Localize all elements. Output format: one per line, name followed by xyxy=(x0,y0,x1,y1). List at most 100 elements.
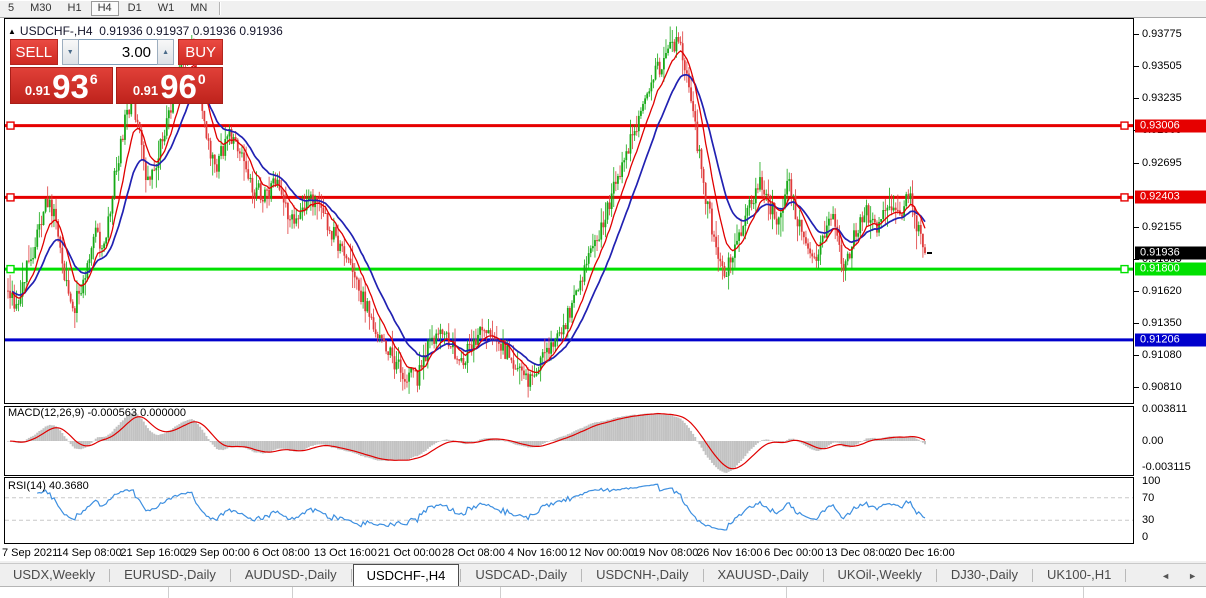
date-tick-label: 21 Oct 00:00 xyxy=(378,547,441,559)
price-tick-label: 0.90810 xyxy=(1142,381,1182,393)
macd-indicator-label: MACD(12,26,9) -0.000563 0.000000 xyxy=(8,407,186,419)
price-level-label-support-green: 0.91800 xyxy=(1135,263,1206,276)
status-bar xyxy=(0,586,1206,598)
status-bar-divider xyxy=(500,587,501,598)
date-tick-label: 7 Sep 2021 xyxy=(2,547,58,559)
tab-usdcad--daily[interactable]: USDCAD-,Daily xyxy=(462,564,580,587)
rsi-axis-label: 100 xyxy=(1142,475,1160,487)
tab-separator xyxy=(1032,569,1033,582)
date-tick-label: 29 Sep 00:00 xyxy=(184,547,249,559)
sell-price-pip: 6 xyxy=(90,71,98,87)
price-tick-mark xyxy=(1134,387,1139,388)
volume-decrease-button[interactable]: ▼ xyxy=(62,39,79,65)
tab-usdx-weekly[interactable]: USDX,Weekly xyxy=(0,564,108,587)
collapse-panel-icon[interactable]: ▲ xyxy=(8,27,16,36)
mt4-window: { "toolbar": { "timeframes": ["5", "M30"… xyxy=(0,0,1206,597)
price-tick-label: 0.91350 xyxy=(1142,317,1182,329)
tab-separator xyxy=(230,569,231,582)
price-level-label-resistance-1: 0.93006 xyxy=(1135,119,1206,132)
date-tick-label: 13 Dec 08:00 xyxy=(825,547,890,559)
status-bar-divider xyxy=(168,587,169,598)
spin-up-icon: ▲ xyxy=(162,49,169,56)
date-tick-label: 21 Sep 16:00 xyxy=(120,547,185,559)
spin-down-icon: ▼ xyxy=(67,49,74,56)
tab-separator xyxy=(936,569,937,582)
timeframe-button-w1[interactable]: W1 xyxy=(151,1,182,16)
sell-price-display[interactable]: 0.91 93 6 xyxy=(10,67,113,104)
status-bar-divider xyxy=(786,587,787,598)
timeframe-button-mn[interactable]: MN xyxy=(183,1,214,16)
tab-separator xyxy=(351,569,352,582)
macd-axis-label: -0.003115 xyxy=(1142,461,1191,473)
date-tick-label: 13 Oct 16:00 xyxy=(314,547,377,559)
ma-slow-line xyxy=(12,75,925,365)
symbol-tab-bar: USDX,WeeklyEURUSD-,DailyAUDUSD-,DailyUSD… xyxy=(0,563,1206,587)
tab-separator xyxy=(823,569,824,582)
symbol-name: USDCHF-,H4 xyxy=(20,24,93,38)
tabs-scroll-right-icon[interactable]: ► xyxy=(1179,571,1206,581)
volume-increase-button[interactable]: ▲ xyxy=(157,39,174,65)
price-tick-label: 0.92155 xyxy=(1142,221,1182,233)
tabs-scroll-left-icon[interactable]: ◄ xyxy=(1152,571,1179,581)
date-tick-label: 4 Nov 16:00 xyxy=(508,547,567,559)
tab-separator xyxy=(460,569,461,582)
tab-dj30--daily[interactable]: DJ30-,Daily xyxy=(938,564,1031,587)
timeframe-button-h4[interactable]: H4 xyxy=(91,1,119,16)
price-tick-mark xyxy=(1134,323,1139,324)
price-tick-label: 0.93235 xyxy=(1142,92,1182,104)
timeframe-button-h1[interactable]: H1 xyxy=(61,1,89,16)
tab-usdchf--h4[interactable]: USDCHF-,H4 xyxy=(353,564,460,587)
sell-price-prefix: 0.91 xyxy=(25,83,50,98)
tab-separator xyxy=(1125,569,1126,582)
tab-eurusd--daily[interactable]: EURUSD-,Daily xyxy=(111,564,229,587)
tab-ukoil--weekly[interactable]: UKOil-,Weekly xyxy=(825,564,935,587)
date-tick-label: 6 Dec 00:00 xyxy=(764,547,823,559)
chart-region: ▲ USDCHF-,H4 0.91936 0.91937 0.91936 0.91… xyxy=(0,18,1206,561)
price-tick-label: 0.91620 xyxy=(1142,285,1182,297)
date-tick-label: 26 Nov 16:00 xyxy=(697,547,762,559)
sell-button[interactable]: SELL xyxy=(10,39,58,65)
tab-uk100--h1[interactable]: UK100-,H1 xyxy=(1034,564,1124,587)
timeframe-toolbar: 5M30H1H4D1W1MN xyxy=(0,0,1206,18)
tab-separator xyxy=(581,569,582,582)
date-tick-label: 28 Oct 08:00 xyxy=(442,547,505,559)
price-tick-mark xyxy=(1134,227,1139,228)
price-tick-mark xyxy=(1134,98,1139,99)
tab-xauusd--daily[interactable]: XAUUSD-,Daily xyxy=(705,564,822,587)
timeframe-button-d1[interactable]: D1 xyxy=(121,1,149,16)
volume-input[interactable]: 3.00 xyxy=(79,39,157,65)
rsi-indicator-label: RSI(14) 40.3680 xyxy=(8,480,89,492)
last-price-marker xyxy=(927,252,932,254)
date-tick-label: 14 Sep 08:00 xyxy=(56,547,121,559)
buy-price-display[interactable]: 0.91 96 0 xyxy=(116,67,223,104)
chart-symbol-title: ▲ USDCHF-,H4 0.91936 0.91937 0.91936 0.91… xyxy=(8,24,283,38)
date-tick-label: 6 Oct 08:00 xyxy=(253,547,310,559)
horizontal-level-lines[interactable] xyxy=(5,122,1133,340)
toolbar-separator xyxy=(219,2,221,15)
buy-price-pip: 0 xyxy=(198,71,206,87)
tab-audusd--daily[interactable]: AUDUSD-,Daily xyxy=(232,564,350,587)
timeframe-button-5[interactable]: 5 xyxy=(1,1,21,16)
tab-separator xyxy=(703,569,704,582)
price-tick-mark xyxy=(1134,34,1139,35)
rsi-axis-label: 70 xyxy=(1142,492,1154,504)
tab-usdcnh--daily[interactable]: USDCNH-,Daily xyxy=(583,564,701,587)
sell-price-big: 93 xyxy=(52,70,89,103)
timeframe-button-m30[interactable]: M30 xyxy=(23,1,58,16)
one-click-trading-panel: SELL ▼ 3.00 ▲ BUY 0.91 93 6 0.91 96 0 xyxy=(10,39,223,104)
price-tick-mark xyxy=(1134,355,1139,356)
price-level-label-support-blue: 0.91206 xyxy=(1135,333,1206,346)
buy-price-big: 96 xyxy=(160,70,197,103)
status-bar-divider xyxy=(1083,587,1084,598)
price-axis: 0.937750.935050.932350.929650.926950.921… xyxy=(1134,18,1206,561)
tab-separator xyxy=(109,569,110,582)
macd-axis-label: 0.003811 xyxy=(1142,403,1187,415)
buy-button[interactable]: BUY xyxy=(178,39,223,65)
ohlc-values: 0.91936 0.91937 0.91936 0.91936 xyxy=(99,24,283,38)
date-tick-label: 12 Nov 00:00 xyxy=(569,547,634,559)
price-tick-mark xyxy=(1134,66,1139,67)
price-tick-mark xyxy=(1134,291,1139,292)
price-tick-mark xyxy=(1134,163,1139,164)
date-tick-label: 20 Dec 16:00 xyxy=(889,547,954,559)
date-axis: 7 Sep 202114 Sep 08:0021 Sep 16:0029 Sep… xyxy=(0,544,1134,561)
